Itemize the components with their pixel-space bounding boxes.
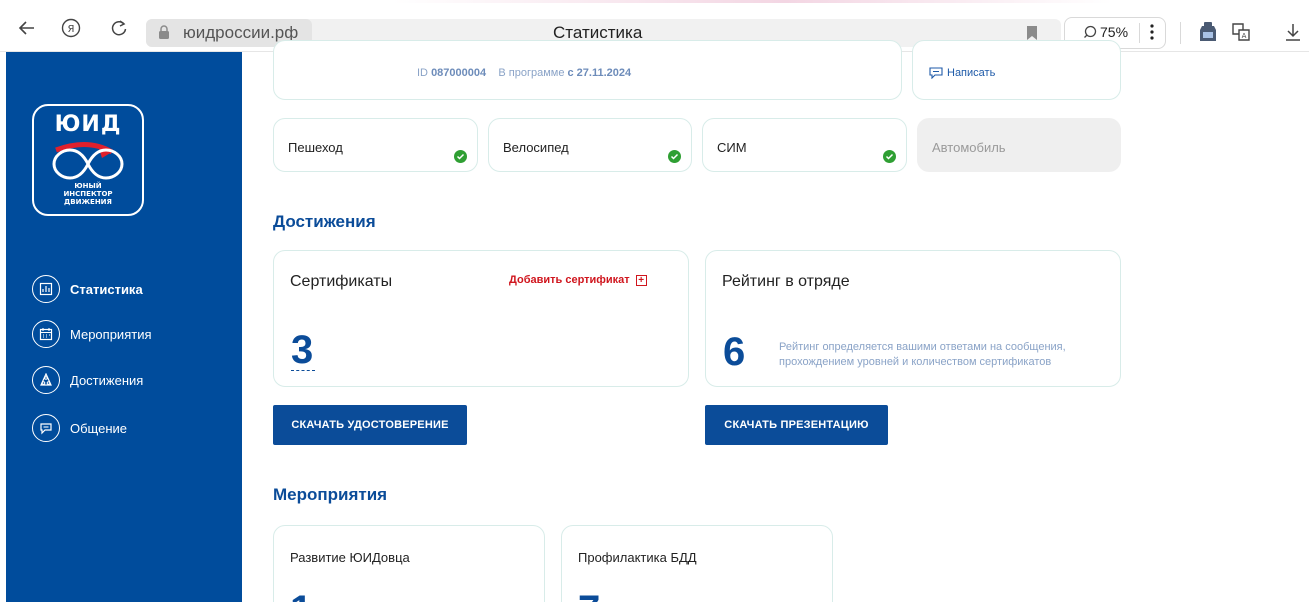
calendar-icon [32,320,60,348]
category-label: Велосипед [503,140,569,155]
zoom-level[interactable]: 75% [1100,24,1128,40]
logo-subtitle-line: ИНСПЕКТОР [63,190,113,198]
chat-icon [32,414,60,442]
events-title: Мероприятия [273,485,388,504]
yuid-logo[interactable]: ЮИД ЮНЫЙ ИНСПЕКТОР ДВИЖЕНИЯ [32,104,144,216]
sidebar-item-label: Мероприятия [70,326,152,342]
category-sim[interactable]: СИМ [702,118,907,172]
bookmark-icon[interactable] [1026,25,1038,41]
id-label: ID [417,67,428,79]
rating-title: Рейтинг в отряде [722,273,850,290]
zoom-icon [1084,25,1097,38]
rating-value: 6 [723,330,746,374]
event-label: Развитие ЮИДовца [290,550,410,565]
event-count: 1 [290,590,312,602]
sidebar-item-statistics[interactable]: Статистика [32,274,143,304]
logo-title: ЮИД [54,112,122,137]
logo-subtitle: ЮНЫЙ ИНСПЕКТОР ДВИЖЕНИЯ [34,182,142,206]
check-icon [883,150,896,163]
achievements-title: Достижения [273,212,376,231]
certificates-title: Сертификаты [290,273,393,290]
event-card[interactable]: Развитие ЮИДовца 1 [273,525,545,602]
page: Я юидроссии.рф Статистика 75% A ЮИД ЮНЫЙ… [0,0,1309,602]
count-underline [291,370,315,371]
category-label: Пешеход [288,140,343,155]
category-label: Автомобиль [932,140,1006,155]
lock-icon [159,25,169,39]
id-value: 087000004 [431,67,487,79]
download-presentation-button[interactable]: СКАЧАТЬ ПРЕЗЕНТАЦИЮ [705,405,888,445]
add-certificate-label: Добавить сертификат [509,274,630,286]
message-icon [929,67,943,79]
sidebar-item-label: Общение [70,420,128,436]
category-car[interactable]: Автомобиль [917,118,1121,172]
toolbar-accent [0,0,1309,3]
certificates-card: Сертификаты [273,250,689,387]
extension-translate-icon[interactable]: A [1230,20,1252,44]
sidebar-item-events[interactable]: Мероприятия [32,319,152,349]
chart-icon [32,275,60,303]
svg-text:Я: Я [68,24,75,35]
zoom-separator [1139,23,1140,43]
trophy-icon [32,366,60,394]
add-certificate-link[interactable]: Добавить сертификат + [509,274,647,286]
profile-meta: ID 087000004 В программе с 27.11.2024 [417,67,631,79]
reload-button[interactable] [108,17,130,39]
menu-dots-icon[interactable] [1150,22,1154,42]
sidebar-item-communication[interactable]: Общение [32,413,127,443]
write-label: Написать [947,67,996,79]
back-arrow-icon [18,21,34,35]
sidebar-item-label: Статистика [70,281,143,297]
since-label: В программе [498,67,565,79]
toolbar-separator [1180,22,1181,44]
yandex-icon: Я [61,18,81,38]
rating-description: Рейтинг определяется вашими ответами на … [779,341,1066,368]
yandex-button[interactable]: Я [60,17,82,39]
category-bicycle[interactable]: Велосипед [488,118,692,172]
download-certificate-button[interactable]: СКАЧАТЬ УДОСТОВЕРЕНИЕ [273,405,467,445]
category-label: СИМ [717,140,747,155]
certificates-count[interactable]: 3 [291,330,313,370]
since-value: с 27.11.2024 [567,67,632,79]
bicycle-logo-icon [52,142,124,180]
reload-icon [111,20,127,36]
sidebar-item-label: Достижения [70,372,144,388]
plus-icon: + [635,274,647,286]
logo-subtitle-line: ЮНЫЙ [74,182,102,190]
category-pedestrian[interactable]: Пешеход [273,118,478,172]
svg-text:A: A [1242,32,1247,40]
event-label: Профилактика БДД [578,550,697,565]
event-card[interactable]: Профилактика БДД 7 [561,525,833,602]
check-icon [454,150,467,163]
sidebar-item-achievements[interactable]: Достижения [32,365,143,395]
event-count: 7 [578,590,600,602]
logo-subtitle-line: ДВИЖЕНИЯ [64,198,112,206]
download-icon[interactable] [1282,20,1304,44]
check-icon [668,150,681,163]
back-button[interactable] [16,17,38,39]
extension-disk-icon[interactable] [1197,20,1219,44]
write-message-link[interactable]: Написать [929,67,995,79]
